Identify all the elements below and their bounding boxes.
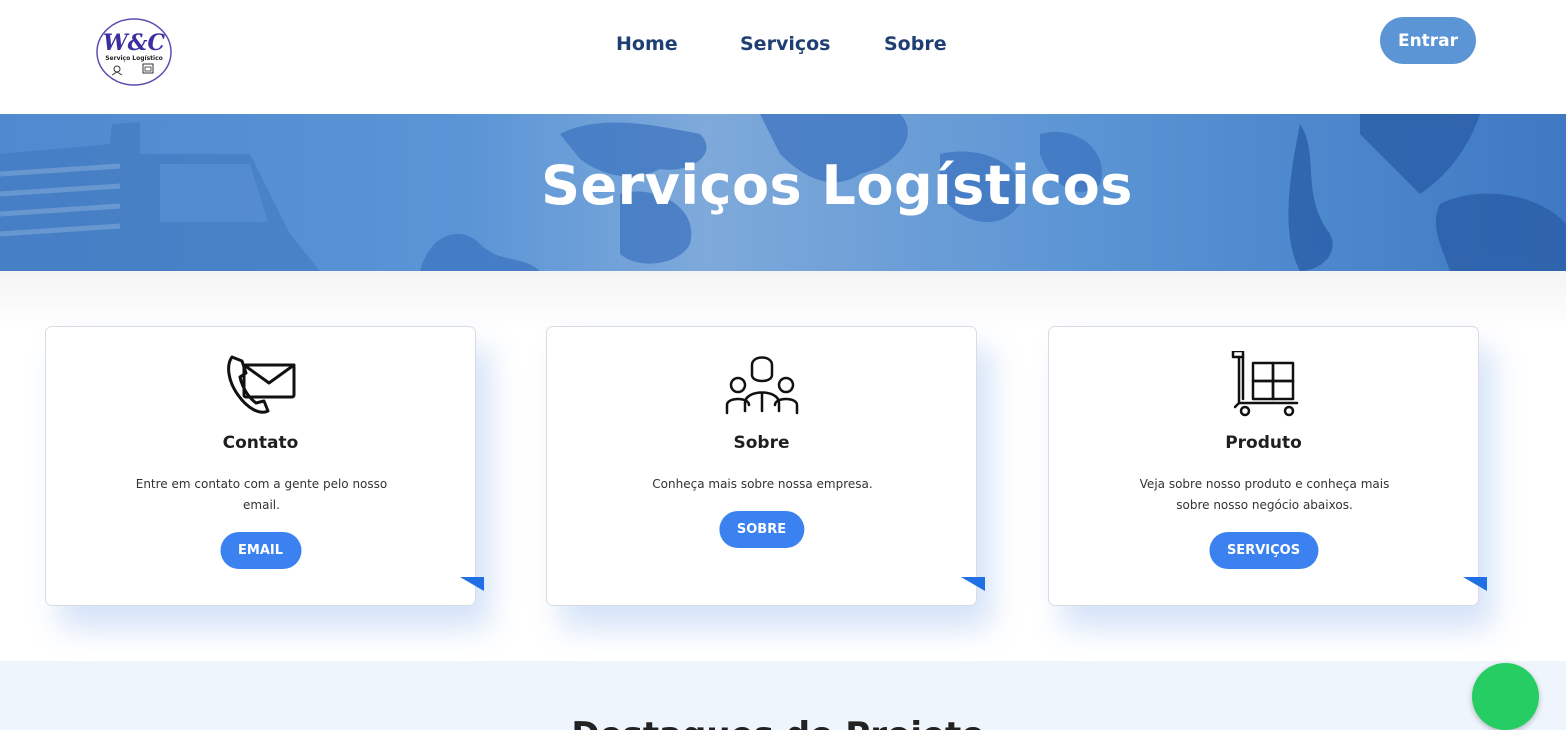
card-title: Produto bbox=[1225, 433, 1302, 453]
login-button[interactable]: Entrar bbox=[1380, 17, 1476, 64]
card-corner-ribbon bbox=[1463, 577, 1487, 591]
team-icon bbox=[725, 351, 799, 417]
services-section: Contato Entre em contato com a gente pel… bbox=[0, 271, 1566, 661]
servicos-button[interactable]: SERVIÇOS bbox=[1208, 532, 1319, 569]
card-corner-ribbon bbox=[961, 577, 985, 591]
whatsapp-chat-button[interactable] bbox=[1472, 663, 1539, 730]
email-button[interactable]: EMAIL bbox=[220, 532, 301, 569]
card-contato: Contato Entre em contato com a gente pel… bbox=[45, 326, 484, 606]
card-produto: Produto Veja sobre nosso produto e conhe… bbox=[1048, 326, 1487, 606]
highlights-section: Destaques do Projeto bbox=[0, 661, 1566, 730]
hero-title: Serviços Logísticos bbox=[541, 154, 1133, 217]
card-description: Veja sobre nosso produto e conheça mais … bbox=[1139, 477, 1390, 512]
main-nav: Home Serviços Sobre bbox=[0, 33, 1566, 59]
nav-sobre[interactable]: Sobre bbox=[884, 33, 947, 55]
card-title: Contato bbox=[222, 433, 299, 453]
card-title: Sobre bbox=[733, 433, 790, 453]
cart-boxes-icon bbox=[1227, 349, 1301, 417]
nav-home[interactable]: Home bbox=[616, 33, 678, 55]
card-corner-ribbon bbox=[460, 577, 484, 591]
nav-servicos[interactable]: Serviços bbox=[740, 33, 830, 55]
section-title: Destaques do Projeto bbox=[0, 715, 1566, 730]
hero-banner: Serviços Logísticos bbox=[0, 114, 1566, 271]
card-description: Conheça mais sobre nossa empresa. bbox=[652, 477, 873, 491]
phone-mail-icon bbox=[224, 351, 298, 417]
card-sobre: Sobre Conheça mais sobre nossa empresa. … bbox=[546, 326, 985, 606]
site-header: W&C Serviço Logístico Home Serviços Sobr… bbox=[0, 0, 1566, 114]
card-description: Entre em contato com a gente pelo nosso … bbox=[135, 477, 388, 512]
sobre-button[interactable]: SOBRE bbox=[718, 511, 805, 548]
